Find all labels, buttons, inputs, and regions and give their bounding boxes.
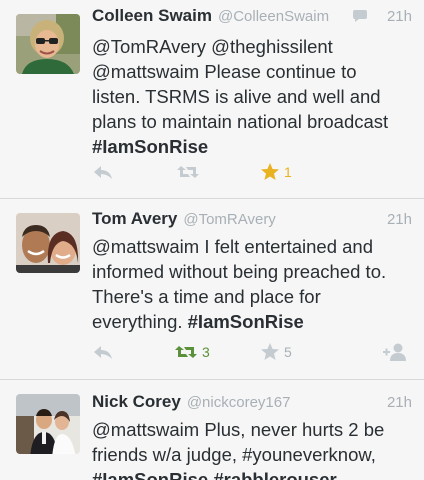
tweet-text-line: @mattswaim I felt entertained and (92, 236, 373, 257)
reply-icon (94, 346, 112, 359)
speech-bubble-icon (353, 10, 367, 22)
tweet-actions: 3 5 (90, 340, 414, 364)
tweet-text-line: plans to maintain national broadcast (92, 111, 389, 132)
star-icon (261, 163, 279, 180)
tweet-text-line: @mattswaim Plus, never hurts 2 be (92, 419, 385, 440)
tweet-text-line[interactable]: #IamSonRise #rabblerouser (92, 467, 414, 480)
tweet-timestamp[interactable]: 21h (387, 8, 412, 25)
avatar[interactable] (16, 394, 80, 454)
retweet-button[interactable] (176, 160, 204, 184)
tweet-header: Nick Corey @nickcorey167 21h (92, 392, 412, 418)
avatar[interactable] (16, 213, 80, 273)
author-name[interactable]: Tom Avery (92, 209, 177, 228)
tweet-text-line: There's a time and place for (92, 286, 321, 307)
author-handle[interactable]: @ColleenSwaim (218, 8, 329, 25)
author-handle[interactable]: @TomRAvery (183, 211, 275, 228)
favorite-count: 5 (284, 344, 292, 360)
tweet-text-line: listen. TSRMS is alive and well and (92, 86, 381, 107)
avatar[interactable] (16, 14, 80, 74)
tweet-header: Tom Avery @TomRAvery 21h (92, 209, 412, 235)
reply-button[interactable] (92, 340, 114, 364)
tweet-text-line: friends w/a judge, #youneverknow, (92, 444, 376, 465)
hashtag-link[interactable]: #IamSonRise (188, 311, 304, 332)
tweet-card[interactable]: Nick Corey @nickcorey167 21h @mattswaim P… (0, 380, 424, 480)
favorite-button[interactable]: 1 (260, 160, 292, 184)
tweet-card[interactable]: Colleen Swaim @ColleenSwaim 21h @TomRAver… (0, 0, 424, 198)
author-handle[interactable]: @nickcorey167 (187, 394, 291, 411)
favorite-count: 1 (284, 164, 292, 180)
tweet-text: @TomRAvery @theghissilent @mattswaim Ple… (92, 34, 414, 159)
tweet-text-line: @mattswaim Please continue to (92, 61, 357, 82)
author-name[interactable]: Colleen Swaim (92, 6, 212, 25)
retweet-button[interactable]: 3 (174, 340, 210, 364)
tweet-header: Colleen Swaim @ColleenSwaim 21h (92, 6, 412, 32)
tweet-timeline: Colleen Swaim @ColleenSwaim 21h @TomRAver… (0, 0, 424, 480)
tweet-text-line: informed without being preached to. (92, 261, 387, 282)
tweet-text-line: everything. (92, 311, 188, 332)
tweet-text: @mattswaim Plus, never hurts 2 be friend… (92, 417, 414, 480)
tweet-text: @mattswaim I felt entertained and inform… (92, 234, 414, 334)
tweet-card[interactable]: Tom Avery @TomRAvery 21h @mattswaim I fel… (0, 199, 424, 379)
tweet-timestamp[interactable]: 21h (387, 211, 412, 228)
tweet-actions: 1 (90, 160, 414, 184)
favorite-button[interactable]: 5 (260, 340, 292, 364)
retweet-icon (175, 346, 197, 358)
tweet-text-line: @TomRAvery @theghissilent (92, 36, 333, 57)
retweet-icon (177, 166, 199, 178)
hashtag-link[interactable]: #IamSonRise (92, 136, 208, 157)
retweet-count: 3 (202, 344, 210, 360)
author-name[interactable]: Nick Corey (92, 392, 181, 411)
reply-button[interactable] (92, 160, 114, 184)
tweet-timestamp[interactable]: 21h (387, 394, 412, 411)
star-icon (261, 343, 279, 360)
follow-button[interactable] (382, 340, 408, 364)
reply-icon (94, 166, 112, 179)
follow-icon (383, 343, 406, 361)
